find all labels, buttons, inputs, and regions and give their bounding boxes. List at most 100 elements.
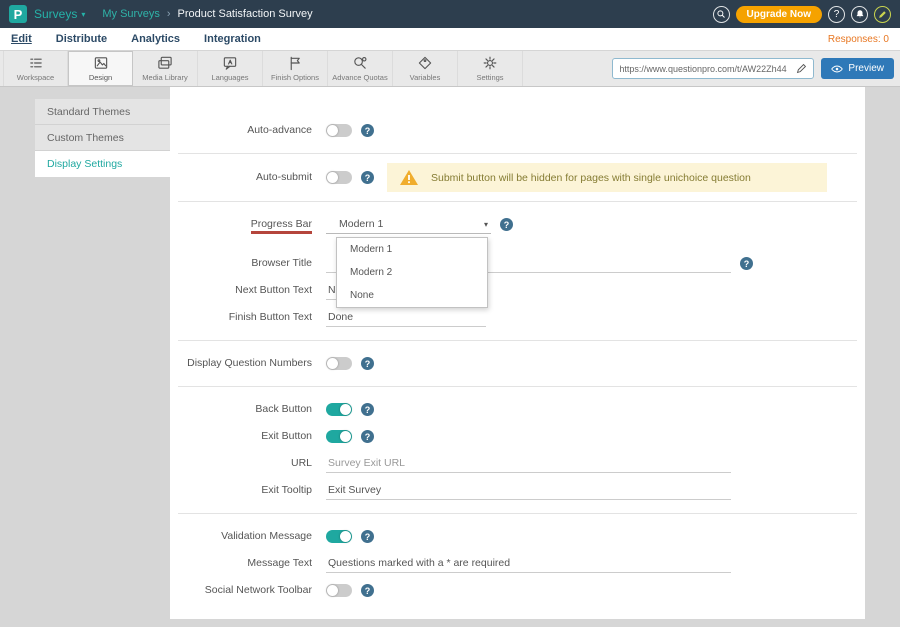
validation-message-label: Validation Message: [170, 530, 312, 543]
topbar-right: Upgrade Now ?: [713, 6, 891, 23]
toolbar-item-label: Settings: [476, 73, 503, 82]
toolbar-item-label: Finish Options: [271, 73, 319, 82]
question-icon: ?: [834, 9, 840, 20]
exit-url-input[interactable]: [326, 454, 731, 473]
toolbar-item-finish-options[interactable]: Finish Options: [263, 51, 328, 86]
exit-button-toggle[interactable]: [326, 430, 352, 443]
toolbar-item-advance-quotas[interactable]: Advance Quotas: [328, 51, 393, 86]
auto-submit-label: Auto-submit: [170, 171, 312, 184]
responses-count[interactable]: Responses: 0: [828, 34, 889, 45]
toolbar-right: Preview: [612, 51, 897, 86]
questionpro-logo[interactable]: P: [9, 5, 27, 23]
progress-option-modern-2[interactable]: Modern 2: [337, 261, 487, 284]
divider: [178, 513, 857, 514]
toggle-knob: [340, 431, 351, 442]
finish-button-text-input[interactable]: [326, 308, 486, 327]
notifications-button[interactable]: [851, 6, 868, 23]
toolbar-item-languages[interactable]: Languages: [198, 51, 263, 86]
bell-icon: [855, 9, 865, 19]
divider: [178, 386, 857, 387]
browser-title-help-icon[interactable]: ?: [740, 257, 753, 270]
auto-advance-label: Auto-advance: [170, 124, 312, 137]
edit-mode-button[interactable]: [874, 6, 891, 23]
nav-tab-integration[interactable]: Integration: [204, 33, 261, 45]
social-network-toolbar-help-icon[interactable]: ?: [361, 584, 374, 597]
topbar-left: P Surveys ▾ My Surveys › Product Satisfa…: [9, 5, 313, 23]
auto-advance-help-icon[interactable]: ?: [361, 124, 374, 137]
progress-bar-select-wrap: Modern 1 ▾ Modern 1 Modern 2 None: [326, 215, 491, 234]
preview-button[interactable]: Preview: [821, 58, 894, 79]
back-button-toggle[interactable]: [326, 403, 352, 416]
display-question-numbers-label: Display Question Numbers: [170, 357, 312, 370]
progress-bar-dropdown-menu: Modern 1 Modern 2 None: [336, 237, 488, 308]
finish-options-icon: [287, 55, 303, 71]
toolbar-item-label: Design: [89, 73, 112, 82]
caret-down-icon: ▾: [81, 10, 85, 19]
toolbar-item-label: Media Library: [142, 73, 187, 82]
toolbar-item-settings[interactable]: Settings: [458, 51, 523, 86]
sidebar-item-standard-themes[interactable]: Standard Themes: [35, 99, 170, 125]
toggle-knob: [327, 358, 338, 369]
back-button-help-icon[interactable]: ?: [361, 403, 374, 416]
message-text-input[interactable]: [326, 554, 731, 573]
exit-url-label: URL: [170, 457, 312, 470]
display-question-numbers-help-icon[interactable]: ?: [361, 357, 374, 370]
social-network-toolbar-label: Social Network Toolbar: [170, 584, 312, 597]
sidebar-item-custom-themes[interactable]: Custom Themes: [35, 125, 170, 151]
nav-tab-distribute[interactable]: Distribute: [56, 33, 107, 45]
setting-row-validation-message: Validation Message ?: [170, 523, 865, 550]
survey-url-input[interactable]: [619, 64, 791, 74]
design-toolbar: Workspace Design Media Library Languages…: [0, 50, 900, 87]
auto-submit-help-icon[interactable]: ?: [361, 171, 374, 184]
surveys-menu-label: Surveys: [34, 7, 77, 21]
setting-row-auto-submit: Auto-submit ? Submit button will be hidd…: [170, 163, 865, 192]
preview-button-label: Preview: [848, 63, 884, 74]
exit-tooltip-input[interactable]: [326, 481, 731, 500]
social-network-toolbar-toggle[interactable]: [326, 584, 352, 597]
toggle-knob: [327, 172, 338, 183]
app-window: P Surveys ▾ My Surveys › Product Satisfa…: [0, 0, 900, 627]
nav-tab-analytics[interactable]: Analytics: [131, 33, 180, 45]
toolbar-item-label: Variables: [410, 73, 441, 82]
progress-bar-help-icon[interactable]: ?: [500, 218, 513, 231]
exit-tooltip-label: Exit Tooltip: [170, 484, 312, 497]
edit-url-pencil-icon[interactable]: [796, 63, 807, 74]
surveys-menu[interactable]: Surveys ▾: [34, 7, 85, 21]
progress-bar-label: Progress Bar: [170, 218, 312, 231]
setting-row-back-button: Back Button ?: [170, 396, 865, 423]
breadcrumb-my-surveys[interactable]: My Surveys: [102, 8, 159, 20]
progress-option-none[interactable]: None: [337, 284, 487, 307]
settings-icon: [482, 55, 498, 71]
toolbar-item-design[interactable]: Design: [68, 51, 133, 86]
toolbar-item-label: Languages: [211, 73, 248, 82]
validation-message-toggle[interactable]: [326, 530, 352, 543]
topbar: P Surveys ▾ My Surveys › Product Satisfa…: [0, 0, 900, 28]
warning-text: Submit button will be hidden for pages w…: [431, 172, 751, 184]
auto-advance-toggle[interactable]: [326, 124, 352, 137]
auto-submit-toggle[interactable]: [326, 171, 352, 184]
toolbar-item-media-library[interactable]: Media Library: [133, 51, 198, 86]
nav-tab-edit[interactable]: Edit: [11, 33, 32, 45]
workspace-icon: [28, 55, 44, 71]
display-settings-panel: Auto-advance ? Auto-submit ? Submit butt…: [170, 87, 865, 619]
variables-icon: [417, 55, 433, 71]
breadcrumb: My Surveys › Product Satisfaction Survey: [102, 8, 312, 20]
toolbar-item-variables[interactable]: Variables: [393, 51, 458, 86]
body-area: Standard Themes Custom Themes Display Se…: [0, 87, 900, 627]
toolbar-item-workspace[interactable]: Workspace: [3, 51, 68, 86]
setting-row-finish-button-text: Finish Button Text: [170, 304, 865, 331]
media-library-icon: [157, 55, 173, 71]
progress-option-modern-1[interactable]: Modern 1: [337, 238, 487, 261]
sidebar-item-display-settings[interactable]: Display Settings: [35, 151, 170, 177]
upgrade-now-button[interactable]: Upgrade Now: [736, 6, 822, 23]
validation-message-help-icon[interactable]: ?: [361, 530, 374, 543]
display-question-numbers-toggle[interactable]: [326, 357, 352, 370]
setting-row-next-button-text: Next Button Text: [170, 277, 865, 304]
select-caret-icon: ▾: [484, 220, 488, 229]
help-center-button[interactable]: ?: [828, 6, 845, 23]
search-button[interactable]: [713, 6, 730, 23]
progress-bar-select[interactable]: Modern 1 ▾: [326, 215, 491, 234]
languages-icon: [222, 55, 238, 71]
exit-button-help-icon[interactable]: ?: [361, 430, 374, 443]
advance-quotas-icon: [352, 55, 368, 71]
